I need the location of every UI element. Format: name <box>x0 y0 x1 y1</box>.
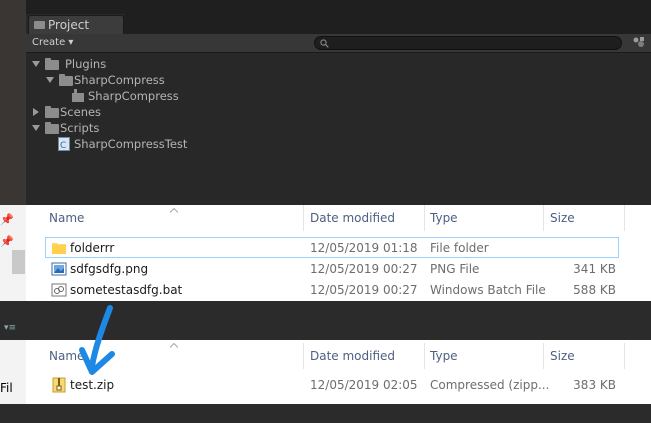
column-header-type[interactable]: Type <box>430 205 458 231</box>
file-size: 588 KB <box>573 283 616 297</box>
annotation-arrow-icon <box>79 305 115 375</box>
column-divider <box>543 343 544 369</box>
tree-item-label: SharpCompress <box>74 73 165 87</box>
folder-icon <box>52 243 66 254</box>
file-name: sdfgsdfg.png <box>70 262 149 276</box>
search-input[interactable] <box>314 36 622 50</box>
column-header-name[interactable]: Name <box>49 205 84 231</box>
search-by-type-icon[interactable] <box>632 36 646 49</box>
column-divider <box>624 343 625 369</box>
folder-icon <box>45 122 59 134</box>
column-header-type[interactable]: Type <box>430 343 458 369</box>
expand-arrow-icon[interactable] <box>32 61 40 67</box>
file-size: 341 KB <box>573 262 616 276</box>
csharp-script-icon: C <box>58 137 70 151</box>
image-file-icon <box>51 262 67 276</box>
plugin-icon <box>72 89 84 102</box>
tab-strip <box>124 14 651 35</box>
zip-file-icon <box>52 377 66 393</box>
bottom-gap <box>26 404 651 423</box>
divider-strip: ▾≡ <box>0 301 26 340</box>
pin-icon[interactable]: 📌 <box>0 213 14 227</box>
folder-icon <box>59 74 73 86</box>
svg-text:C: C <box>60 141 66 151</box>
column-header-date[interactable]: Date modified <box>310 205 395 231</box>
tree-item-label: Plugins <box>65 57 107 71</box>
batch-file-icon <box>51 283 67 297</box>
file-type: Windows Batch File <box>430 283 546 297</box>
column-divider <box>543 205 544 231</box>
expand-arrow-icon[interactable] <box>46 77 54 83</box>
file-name: sometestasdfg.bat <box>70 283 183 297</box>
column-header-size[interactable]: Size <box>550 343 575 369</box>
file-name: folderrr <box>70 241 115 255</box>
folder-icon <box>45 106 59 118</box>
pin-icon[interactable]: 📌 <box>0 235 14 249</box>
column-divider <box>424 205 425 231</box>
tree-item-label: SharpCompressTest <box>74 137 188 151</box>
search-icon <box>320 39 329 48</box>
collapse-arrow-icon[interactable] <box>33 108 39 116</box>
file-date: 12/05/2019 02:05 <box>310 378 418 392</box>
panel-menu-icon[interactable]: ▾≡ <box>4 323 16 333</box>
column-divider <box>303 343 304 369</box>
project-tree: Plugins SharpCompress SharpCompress Scen… <box>26 53 651 205</box>
nav-scrollbar[interactable] <box>12 250 25 274</box>
tree-item-label: Scenes <box>60 105 102 119</box>
unity-top-bar <box>26 0 651 14</box>
column-divider <box>303 205 304 231</box>
column-header-date[interactable]: Date modified <box>310 343 395 369</box>
tree-item-label: Scripts <box>60 121 100 135</box>
folder-icon <box>45 58 59 70</box>
tree-item-label: SharpCompress <box>88 89 179 103</box>
column-header-size[interactable]: Size <box>550 205 575 231</box>
file-type: Compressed (zipp... <box>430 378 550 392</box>
file-size <box>545 238 616 258</box>
tab-project[interactable]: Project <box>28 15 124 35</box>
file-date: 12/05/2019 00:27 <box>310 262 418 276</box>
nav-item-label: Fil <box>0 381 13 395</box>
sort-caret-icon <box>170 343 178 348</box>
create-button[interactable]: Create ▾ <box>32 36 73 50</box>
column-divider <box>424 343 425 369</box>
column-divider <box>624 205 625 231</box>
project-tab-icon <box>34 21 45 29</box>
file-date: 12/05/2019 01:18 <box>310 241 418 255</box>
sort-caret-icon <box>170 208 178 213</box>
file-type: File folder <box>430 241 489 255</box>
project-tab-label: Project <box>48 18 90 32</box>
table-row[interactable]: sometestasdfg.bat 12/05/2019 00:27 Windo… <box>45 280 619 300</box>
scene-view-edge <box>0 0 26 205</box>
expand-arrow-icon[interactable] <box>32 125 40 131</box>
file-type: PNG File <box>430 262 480 276</box>
bottom-strip <box>0 404 26 423</box>
file-size: 383 KB <box>573 378 616 392</box>
table-row[interactable]: folderrr 12/05/2019 01:18 File folder <box>45 238 619 258</box>
table-row[interactable]: sdfgsdfg.png 12/05/2019 00:27 PNG File 3… <box>45 259 619 279</box>
file-date: 12/05/2019 00:27 <box>310 283 418 297</box>
